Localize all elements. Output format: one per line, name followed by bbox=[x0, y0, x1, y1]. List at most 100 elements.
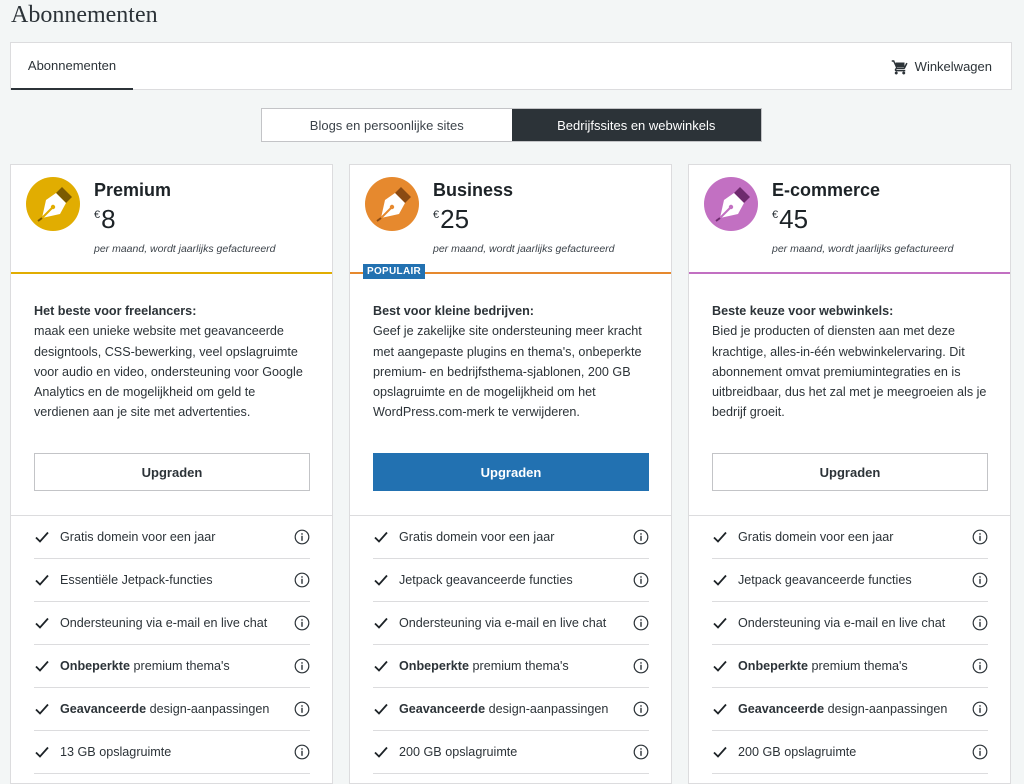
tab-abonnementen[interactable]: Abonnementen bbox=[11, 43, 133, 90]
info-icon[interactable] bbox=[633, 529, 649, 545]
feature-item: Gratis domein voor een jaar bbox=[712, 516, 988, 559]
feature-item: Geavanceerde design-aanpassingen bbox=[712, 688, 988, 731]
info-icon[interactable] bbox=[633, 658, 649, 674]
feature-text: 200 GB opslagruimte bbox=[738, 745, 857, 759]
info-icon[interactable] bbox=[294, 529, 310, 545]
feature-label: Geavanceerde design-aanpassingen bbox=[399, 702, 608, 716]
feature-item: Ondersteuning via e-mail en live chat bbox=[712, 602, 988, 645]
feature-text: Gratis domein voor een jaar bbox=[399, 530, 555, 544]
feature-item: Jetpack geavanceerde functies bbox=[712, 559, 988, 602]
info-icon[interactable] bbox=[972, 615, 988, 631]
info-icon[interactable] bbox=[294, 658, 310, 674]
page-title: Abonnementen bbox=[11, 2, 158, 28]
checkmark-icon bbox=[374, 617, 388, 629]
feature-list: Gratis domein voor een jaar Jetpack geav… bbox=[373, 516, 649, 774]
checkmark-icon bbox=[713, 703, 727, 715]
info-icon[interactable] bbox=[294, 744, 310, 760]
feature-item: Geavanceerde design-aanpassingen bbox=[34, 688, 310, 731]
feature-label: Ondersteuning via e-mail en live chat bbox=[399, 616, 606, 630]
info-icon[interactable] bbox=[972, 744, 988, 760]
feature-text: Gratis domein voor een jaar bbox=[60, 530, 216, 544]
info-icon[interactable] bbox=[294, 572, 310, 588]
checkmark-icon bbox=[713, 746, 727, 758]
toggle-business-sites[interactable]: Bedrijfssites en webwinkels bbox=[511, 109, 761, 141]
price-amount: 45 bbox=[779, 204, 809, 234]
upgrade-button[interactable]: Upgraden bbox=[34, 453, 310, 491]
feature-bold: Geavanceerde bbox=[60, 702, 147, 716]
info-icon[interactable] bbox=[972, 701, 988, 717]
plan-type-toggle: Blogs en persoonlijke sites Bedrijfssite… bbox=[261, 108, 762, 142]
feature-label: Ondersteuning via e-mail en live chat bbox=[738, 616, 945, 630]
feature-label: Onbeperkte premium thema's bbox=[738, 659, 908, 673]
checkmark-icon bbox=[713, 660, 727, 672]
feature-bold: Geavanceerde bbox=[738, 702, 825, 716]
feature-bold: Onbeperkte bbox=[60, 659, 130, 673]
feature-text: design-aanpassingen bbox=[485, 702, 609, 716]
feature-label: Geavanceerde design-aanpassingen bbox=[60, 702, 269, 716]
currency-symbol: € bbox=[433, 209, 440, 221]
feature-label: Gratis domein voor een jaar bbox=[399, 530, 554, 544]
info-icon[interactable] bbox=[633, 701, 649, 717]
plan-description: Het beste voor freelancers: maak een uni… bbox=[34, 301, 314, 423]
currency-symbol: € bbox=[94, 209, 101, 221]
info-icon[interactable] bbox=[633, 615, 649, 631]
section-nav: Abonnementen Winkelwagen bbox=[10, 42, 1012, 90]
plan-name: Premium bbox=[94, 180, 172, 200]
info-icon[interactable] bbox=[972, 658, 988, 674]
feature-label: Ondersteuning via e-mail en live chat bbox=[60, 616, 267, 630]
checkmark-icon bbox=[35, 660, 49, 672]
feature-list: Gratis domein voor een jaar Jetpack geav… bbox=[712, 516, 988, 774]
info-icon[interactable] bbox=[633, 744, 649, 760]
billing-note: per maand, wordt jaarlijks gefactureerd bbox=[772, 243, 954, 255]
feature-text: Jetpack geavanceerde functies bbox=[399, 573, 573, 587]
feature-text: Ondersteuning via e-mail en live chat bbox=[738, 616, 946, 630]
plan-price: € 8 bbox=[94, 205, 116, 233]
pen-nib-icon bbox=[704, 177, 758, 231]
info-icon[interactable] bbox=[633, 572, 649, 588]
checkmark-icon bbox=[713, 574, 727, 586]
feature-text: premium thema's bbox=[469, 659, 569, 673]
checkmark-icon bbox=[713, 531, 727, 543]
currency-symbol: € bbox=[772, 209, 779, 221]
toggle-blogs[interactable]: Blogs en persoonlijke sites bbox=[262, 109, 512, 141]
pen-nib-icon bbox=[365, 177, 419, 231]
feature-item: 200 GB opslagruimte bbox=[373, 731, 649, 774]
info-icon[interactable] bbox=[972, 529, 988, 545]
plan-header: E-commerce € 45 per maand, wordt jaarlij… bbox=[689, 165, 1010, 274]
upgrade-button[interactable]: Upgraden bbox=[373, 453, 649, 491]
plan-description-text: Geef je zakelijke site ondersteuning mee… bbox=[373, 324, 642, 420]
feature-text: design-aanpassingen bbox=[824, 702, 948, 716]
info-icon[interactable] bbox=[972, 572, 988, 588]
feature-item: Ondersteuning via e-mail en live chat bbox=[34, 602, 310, 645]
pen-nib-icon bbox=[26, 177, 80, 231]
upgrade-button[interactable]: Upgraden bbox=[712, 453, 988, 491]
feature-text: premium thema's bbox=[808, 659, 908, 673]
info-icon[interactable] bbox=[294, 615, 310, 631]
feature-item: 200 GB opslagruimte bbox=[712, 731, 988, 774]
cart-button[interactable]: Winkelwagen bbox=[891, 43, 992, 90]
plan-description: Best voor kleine bedrijven: Geef je zake… bbox=[373, 301, 653, 423]
checkmark-icon bbox=[374, 574, 388, 586]
feature-label: Onbeperkte premium thema's bbox=[399, 659, 569, 673]
plan-description-title: Het beste voor freelancers: bbox=[34, 304, 197, 318]
feature-bold: Onbeperkte bbox=[738, 659, 808, 673]
cart-label: Winkelwagen bbox=[914, 59, 992, 74]
feature-text: 13 GB opslagruimte bbox=[60, 745, 172, 759]
checkmark-icon bbox=[713, 617, 727, 629]
plan-header: Premium € 8 per maand, wordt jaarlijks g… bbox=[11, 165, 332, 274]
feature-text: Ondersteuning via e-mail en live chat bbox=[399, 616, 607, 630]
feature-label: Gratis domein voor een jaar bbox=[738, 530, 893, 544]
feature-item: Gratis domein voor een jaar bbox=[373, 516, 649, 559]
cart-icon bbox=[891, 59, 908, 74]
plan-description-title: Best voor kleine bedrijven: bbox=[373, 304, 534, 318]
feature-text: premium thema's bbox=[130, 659, 230, 673]
info-icon[interactable] bbox=[294, 701, 310, 717]
plan-accent-line bbox=[689, 272, 1010, 274]
plan-description-title: Beste keuze voor webwinkels: bbox=[712, 304, 894, 318]
popular-badge: POPULAIR bbox=[363, 264, 426, 279]
plan-description-text: maak een unieke website met geavanceerde… bbox=[34, 324, 303, 420]
billing-note: per maand, wordt jaarlijks gefactureerd bbox=[94, 243, 276, 255]
feature-item: Onbeperkte premium thema's bbox=[34, 645, 310, 688]
feature-item: Jetpack geavanceerde functies bbox=[373, 559, 649, 602]
feature-label: Gratis domein voor een jaar bbox=[60, 530, 215, 544]
